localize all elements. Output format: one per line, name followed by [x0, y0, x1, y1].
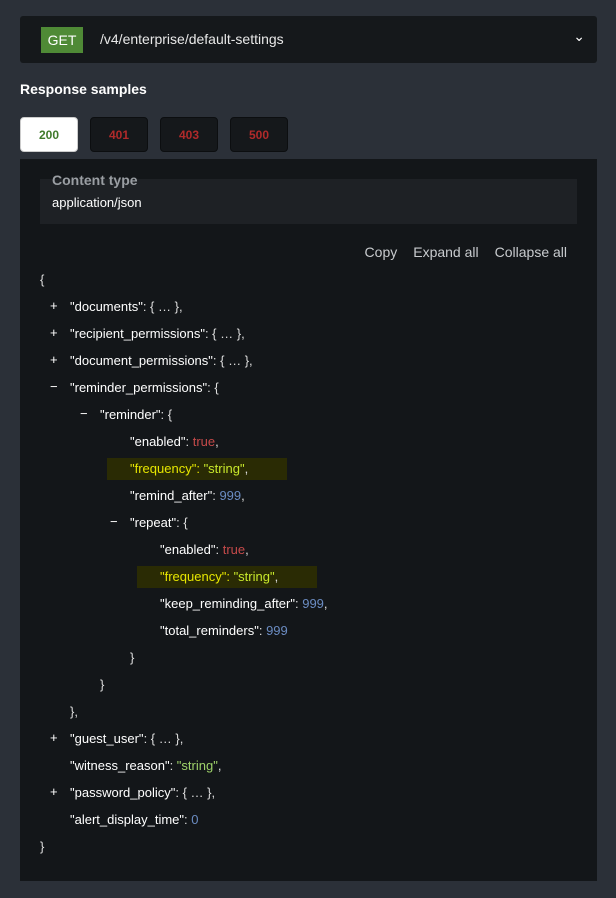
json-token: : [226, 569, 233, 584]
json-token: , [245, 461, 249, 476]
json-line: "enabled": true, [160, 539, 249, 561]
json-token: 999 [219, 488, 241, 503]
json-line: } [40, 836, 44, 858]
json-token: , [245, 542, 249, 557]
tab-403[interactable]: 403 [160, 117, 218, 152]
json-token: } [100, 677, 104, 692]
json-line: "total_reminders": 999 [160, 620, 288, 642]
section-title: Response samples [20, 81, 147, 97]
json-token: "password_policy" [70, 785, 175, 800]
json-token: : [186, 434, 193, 449]
json-token: : { [161, 407, 173, 422]
tab-500[interactable]: 500 [230, 117, 288, 152]
json-line: "frequency": "string", [160, 566, 278, 588]
json-line: "document_permissions": { … }, [70, 350, 253, 372]
json-line: "guest_user": { … }, [70, 728, 183, 750]
collapse-all-button[interactable]: Collapse all [495, 244, 567, 260]
collapse-icon[interactable]: − [110, 514, 118, 529]
json-token: "reminder" [100, 407, 161, 422]
json-token: , [215, 434, 219, 449]
json-line: "keep_reminding_after": 999, [160, 593, 328, 615]
json-token: , [241, 488, 245, 503]
json-token: "string" [177, 758, 218, 773]
json-token: : { … }, [175, 785, 215, 800]
json-token: "enabled" [130, 434, 186, 449]
json-token: 999 [302, 596, 324, 611]
expand-icon[interactable]: + [50, 352, 58, 367]
json-token: } [130, 650, 134, 665]
tab-200[interactable]: 200 [20, 117, 78, 152]
json-token: 999 [266, 623, 288, 638]
json-token: : { … }, [213, 353, 253, 368]
json-token: "repeat" [130, 515, 176, 530]
json-token: , [275, 569, 279, 584]
expand-icon[interactable]: + [50, 325, 58, 340]
json-line: "documents": { … }, [70, 296, 183, 318]
expand-icon[interactable]: + [50, 298, 58, 313]
json-token: "recipient_permissions" [70, 326, 205, 341]
json-line: "alert_display_time": 0 [70, 809, 198, 831]
json-token: : { [176, 515, 188, 530]
json-token: : [259, 623, 266, 638]
expand-icon[interactable]: + [50, 730, 58, 745]
json-token: "document_permissions" [70, 353, 213, 368]
json-token: "frequency" [130, 461, 196, 476]
copy-button[interactable]: Copy [365, 244, 398, 260]
tab-401[interactable]: 401 [90, 117, 148, 152]
content-type-value: application/json [52, 195, 142, 210]
json-token: "string" [204, 461, 245, 476]
json-line: "reminder": { [100, 404, 172, 426]
expand-icon[interactable]: + [50, 784, 58, 799]
json-token: "witness_reason" [70, 758, 170, 773]
json-token: { [40, 272, 44, 287]
json-line: "reminder_permissions": { [70, 377, 219, 399]
endpoint-path: /v4/enterprise/default-settings [100, 31, 284, 47]
json-token: }, [70, 704, 78, 719]
json-token: : [170, 758, 177, 773]
json-token: "keep_reminding_after" [160, 596, 295, 611]
endpoint-header[interactable]: GET /v4/enterprise/default-settings ⌄ [20, 16, 597, 63]
json-token: 0 [191, 812, 198, 827]
json-line: "frequency": "string", [130, 458, 248, 480]
json-token: : { … }, [205, 326, 245, 341]
chevron-down-icon[interactable]: ⌄ [573, 28, 585, 45]
json-token: "alert_display_time" [70, 812, 184, 827]
json-token: , [324, 596, 328, 611]
json-token: "total_reminders" [160, 623, 259, 638]
code-actions: Copy Expand all Collapse all [349, 244, 567, 260]
json-token: : { … }, [143, 299, 183, 314]
json-token: : { [207, 380, 219, 395]
content-type-box: Content type application/json [40, 179, 577, 224]
json-line: } [100, 674, 104, 696]
json-line: "repeat": { [130, 512, 188, 534]
json-line: { [40, 269, 44, 291]
json-token: : [216, 542, 223, 557]
json-token: true [223, 542, 245, 557]
json-line: "enabled": true, [130, 431, 219, 453]
json-line: "password_policy": { … }, [70, 782, 215, 804]
json-token: "reminder_permissions" [70, 380, 207, 395]
expand-all-button[interactable]: Expand all [413, 244, 478, 260]
json-line: "remind_after": 999, [130, 485, 245, 507]
json-token: "string" [234, 569, 275, 584]
collapse-icon[interactable]: − [50, 379, 58, 394]
json-token: : [196, 461, 203, 476]
json-token: "enabled" [160, 542, 216, 557]
json-token: true [193, 434, 215, 449]
json-token: : { … }, [144, 731, 184, 746]
json-token: , [218, 758, 222, 773]
collapse-icon[interactable]: − [80, 406, 88, 421]
json-line: "recipient_permissions": { … }, [70, 323, 245, 345]
json-token: } [40, 839, 44, 854]
json-token: "frequency" [160, 569, 226, 584]
json-line: "witness_reason": "string", [70, 755, 221, 777]
response-panel: Content type application/json Copy Expand… [20, 159, 597, 881]
json-token: "guest_user" [70, 731, 144, 746]
json-line: } [130, 647, 134, 669]
json-token: "remind_after" [130, 488, 212, 503]
content-type-label: Content type [52, 172, 138, 188]
json-line: }, [70, 701, 78, 723]
json-token: "documents" [70, 299, 143, 314]
method-badge: GET [41, 27, 83, 53]
